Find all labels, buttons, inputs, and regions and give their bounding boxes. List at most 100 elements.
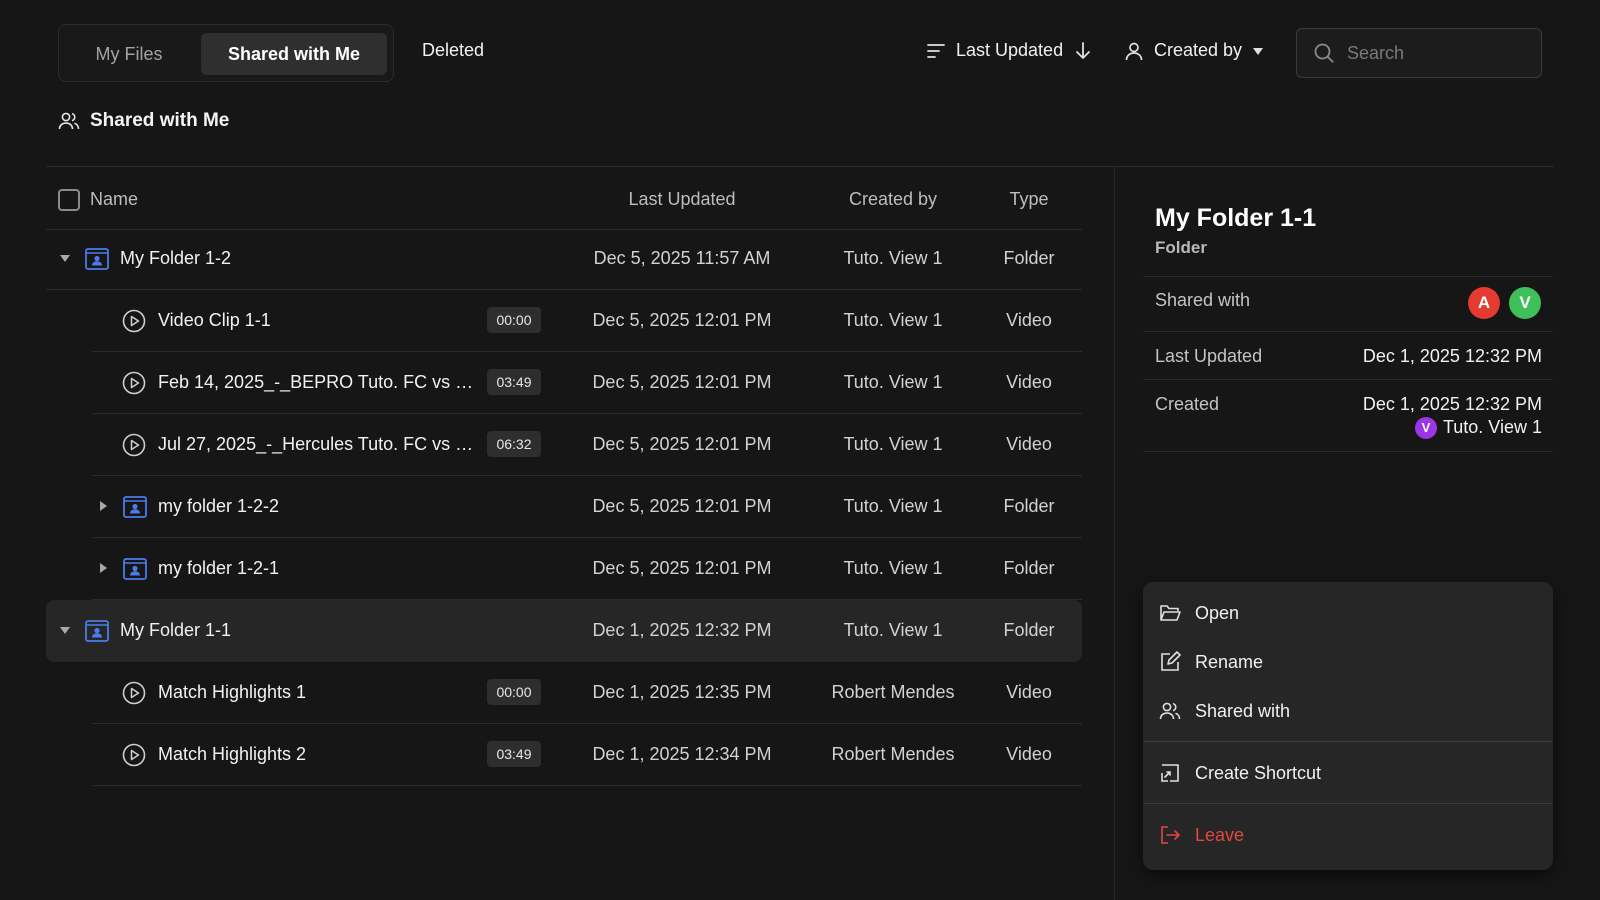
row-divider — [92, 785, 1082, 786]
tab-my-files[interactable]: My Files — [67, 33, 191, 75]
folder-name[interactable]: My Folder 1-1 — [120, 620, 231, 641]
sort-button[interactable]: Last Updated — [926, 40, 1093, 61]
duration-badge: 03:49 — [487, 369, 541, 395]
video-name[interactable]: Match Highlights 2 — [158, 744, 306, 765]
leave-icon — [1159, 824, 1181, 846]
video-name[interactable]: Feb 14, 2025_-_BEPRO Tuto. FC vs Cerb... — [158, 372, 484, 393]
type-cell: Folder — [1003, 248, 1055, 268]
table-row[interactable]: My Folder 1-1 Dec 1, 2025 12:32 PM Tuto. V… — [46, 600, 1082, 662]
table-row[interactable]: Jul 27, 2025_-_Hercules Tuto. FC vs BE..… — [46, 414, 1082, 476]
play-icon — [122, 371, 146, 395]
detail-divider — [1143, 379, 1553, 380]
tab-shared-with-me[interactable]: Shared with Me — [201, 33, 387, 75]
created-by-cell: Robert Mendes — [831, 744, 955, 764]
created-value: Dec 1, 2025 12:32 PM — [1362, 394, 1542, 414]
last-updated-cell: Dec 5, 2025 12:01 PM — [592, 558, 772, 578]
detail-divider — [1143, 331, 1553, 332]
tab-deleted[interactable]: Deleted — [422, 40, 484, 61]
context-menu: Open Rename Shared with Create Shortcut … — [1143, 582, 1553, 870]
users-icon — [1159, 700, 1181, 722]
shared-folder-icon — [84, 618, 110, 644]
type-cell: Folder — [1003, 496, 1055, 516]
created-by-cell: Tuto. View 1 — [843, 434, 943, 454]
folder-name[interactable]: my folder 1-2-1 — [158, 558, 279, 579]
users-icon — [58, 110, 80, 132]
caret-down-icon[interactable] — [58, 251, 72, 265]
arrow-down-icon — [1073, 41, 1093, 61]
creator-avatar: V — [1414, 417, 1437, 440]
avatar[interactable]: V — [1509, 287, 1541, 319]
header-type[interactable]: Type — [984, 189, 1074, 210]
panel-divider — [1114, 167, 1115, 900]
menu-divider — [1143, 741, 1553, 742]
user-icon — [1124, 41, 1144, 61]
sort-lines-icon — [926, 41, 946, 61]
created-by-filter[interactable]: Created by — [1124, 40, 1264, 61]
avatar[interactable]: A — [1468, 287, 1500, 319]
shared-folder-icon — [122, 556, 148, 582]
play-icon — [122, 743, 146, 767]
select-all-checkbox[interactable] — [58, 189, 80, 211]
menu-item-create-shortcut[interactable]: Create Shortcut — [1159, 755, 1539, 791]
menu-item-open[interactable]: Open — [1159, 595, 1539, 631]
duration-badge: 03:49 — [487, 741, 541, 767]
caret-right-icon[interactable] — [96, 499, 110, 513]
menu-item-shared-with[interactable]: Shared with — [1159, 693, 1539, 729]
caret-down-icon[interactable] — [58, 623, 72, 637]
folder-name[interactable]: my folder 1-2-2 — [158, 496, 279, 517]
video-name[interactable]: Video Clip 1-1 — [158, 310, 271, 331]
type-cell: Folder — [1003, 558, 1055, 578]
created-by-user: V Tuto. View 1 — [1414, 417, 1542, 440]
header-divider — [46, 166, 1554, 167]
type-cell: Video — [1006, 744, 1052, 764]
search-box — [1296, 28, 1542, 78]
menu-item-leave[interactable]: Leave — [1159, 817, 1539, 853]
detail-divider — [1143, 276, 1553, 277]
menu-divider — [1143, 803, 1553, 804]
detail-subtitle: Folder — [1155, 238, 1207, 257]
type-cell: Folder — [1003, 620, 1055, 640]
folder-name[interactable]: My Folder 1-2 — [120, 248, 231, 269]
table-row[interactable]: My Folder 1-2 Dec 5, 2025 11:57 AM Tuto. V… — [46, 228, 1082, 290]
table-row[interactable]: Match Highlights 1 00:00 Dec 1, 2025 12:35… — [46, 662, 1082, 724]
last-updated-cell: Dec 5, 2025 12:01 PM — [592, 310, 772, 330]
shortcut-icon — [1159, 762, 1181, 784]
menu-item-label: Rename — [1195, 651, 1264, 672]
created-by-cell: Tuto. View 1 — [843, 496, 943, 516]
table-row[interactable]: Video Clip 1-1 00:00 Dec 5, 2025 12:01 PM T… — [46, 290, 1082, 352]
caret-right-icon[interactable] — [96, 561, 110, 575]
created-by-cell: Tuto. View 1 — [843, 620, 943, 640]
detail-divider — [1143, 451, 1553, 452]
creator-name: Tuto. View 1 — [1442, 417, 1542, 437]
last-updated-cell: Dec 1, 2025 12:35 PM — [592, 682, 772, 702]
video-name[interactable]: Jul 27, 2025_-_Hercules Tuto. FC vs BE..… — [158, 434, 484, 455]
menu-item-rename[interactable]: Rename — [1159, 644, 1539, 680]
header-last-updated[interactable]: Last Updated — [562, 189, 802, 210]
last-updated-cell: Dec 5, 2025 12:01 PM — [592, 372, 772, 392]
search-input[interactable] — [1347, 42, 1527, 64]
type-cell: Video — [1006, 434, 1052, 454]
created-by-cell: Tuto. View 1 — [843, 558, 943, 578]
last-updated-cell: Dec 5, 2025 12:01 PM — [592, 496, 772, 516]
last-updated-cell: Dec 1, 2025 12:34 PM — [592, 744, 772, 764]
table-row[interactable]: Match Highlights 2 03:49 Dec 1, 2025 12:34… — [46, 724, 1082, 786]
header-name[interactable]: Name — [90, 189, 138, 210]
play-icon — [122, 309, 146, 333]
detail-title: My Folder 1-1 — [1155, 204, 1317, 232]
shared-folder-icon — [84, 246, 110, 272]
video-name[interactable]: Match Highlights 1 — [158, 682, 306, 703]
created-by-cell: Tuto. View 1 — [843, 310, 943, 330]
created-by-cell: Tuto. View 1 — [843, 248, 943, 268]
duration-badge: 00:00 — [487, 307, 541, 333]
play-icon — [122, 681, 146, 705]
shared-folder-icon — [122, 494, 148, 520]
sort-label: Last Updated — [956, 40, 1064, 60]
type-cell: Video — [1006, 682, 1052, 702]
view-tabs: My Files Shared with Me — [58, 24, 394, 82]
header-created-by[interactable]: Created by — [802, 189, 984, 210]
created-by-cell: Robert Mendes — [831, 682, 955, 702]
table-row[interactable]: Feb 14, 2025_-_BEPRO Tuto. FC vs Cerb...… — [46, 352, 1082, 414]
table-row[interactable]: my folder 1-2-2 Dec 5, 2025 12:01 PM Tuto.… — [46, 476, 1082, 538]
table-row[interactable]: my folder 1-2-1 Dec 5, 2025 12:01 PM Tuto.… — [46, 538, 1082, 600]
menu-item-label: Leave — [1195, 824, 1245, 845]
